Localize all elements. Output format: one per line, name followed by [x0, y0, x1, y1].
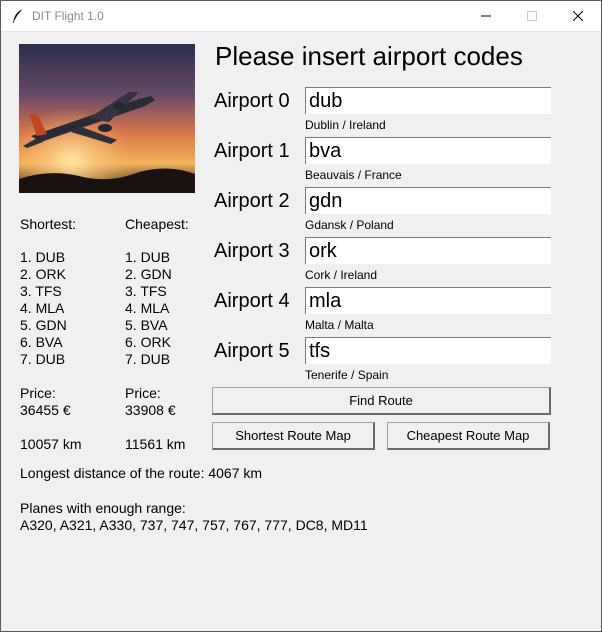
- list-item: 4. MLA: [20, 300, 65, 316]
- airport-2-location: Gdansk / Poland: [305, 218, 394, 232]
- longest-distance-text: Longest distance of the route: 4067 km: [20, 465, 263, 481]
- close-button[interactable]: [555, 1, 601, 31]
- cheapest-route-map-button[interactable]: Cheapest Route Map: [387, 422, 550, 450]
- airport-1-location: Beauvais / France: [305, 168, 402, 182]
- list-item: 5. GDN: [20, 317, 67, 333]
- planes-list: A320, A321, A330, 737, 747, 757, 767, 77…: [20, 517, 368, 533]
- planes-label: Planes with enough range:: [20, 500, 186, 516]
- find-route-button[interactable]: Find Route: [212, 387, 551, 415]
- shortest-route-list: 1. DUB 2. ORK 3. TFS 4. MLA 5. GDN 6. BV…: [20, 249, 67, 368]
- cheapest-title: Cheapest:: [125, 216, 189, 232]
- list-item: 6. ORK: [125, 334, 171, 350]
- app-window: DIT Flight 1.0 Shortest: Cheapest: 1. DU…: [0, 0, 602, 632]
- airport-1-input[interactable]: [305, 137, 551, 164]
- cheapest-price-label: Price:: [125, 385, 161, 401]
- cheapest-distance: 11561 km: [125, 436, 186, 452]
- list-item: 4. MLA: [125, 300, 170, 316]
- airport-2-label: Airport 2: [214, 190, 290, 212]
- airport-4-location: Malta / Malta: [305, 318, 374, 332]
- minimize-icon: [481, 15, 491, 17]
- list-item: 7. DUB: [20, 351, 66, 367]
- airport-5-input[interactable]: [305, 337, 551, 364]
- page-title: Please insert airport codes: [215, 41, 523, 71]
- airport-2-input[interactable]: [305, 187, 551, 214]
- shortest-price-label: Price:: [20, 385, 56, 401]
- airport-3-input[interactable]: [305, 237, 551, 264]
- maximize-button[interactable]: [509, 1, 555, 31]
- airport-4-input[interactable]: [305, 287, 551, 314]
- minimize-button[interactable]: [463, 1, 509, 31]
- airport-0-input[interactable]: [305, 87, 551, 114]
- list-item: 3. TFS: [20, 283, 62, 299]
- airplane-photo: [19, 44, 195, 193]
- list-item: 3. TFS: [125, 283, 167, 299]
- list-item: 7. DUB: [125, 351, 171, 367]
- list-item: 1. DUB: [20, 249, 66, 265]
- airport-4-label: Airport 4: [214, 290, 290, 312]
- airport-0-location: Dublin / Ireland: [305, 118, 386, 132]
- airport-0-label: Airport 0: [214, 90, 290, 112]
- list-item: 2. ORK: [20, 266, 66, 282]
- airport-5-location: Tenerife / Spain: [305, 368, 389, 382]
- window-title: DIT Flight 1.0: [32, 9, 104, 23]
- airport-5-label: Airport 5: [214, 340, 290, 362]
- list-item: 2. GDN: [125, 266, 172, 282]
- close-icon: [573, 11, 583, 21]
- list-item: 6. BVA: [20, 334, 63, 350]
- shortest-title: Shortest:: [20, 216, 77, 232]
- feather-icon: [11, 8, 25, 24]
- cheapest-route-list: 1. DUB 2. GDN 3. TFS 4. MLA 5. BVA 6. OR…: [125, 249, 172, 368]
- airport-1-label: Airport 1: [214, 140, 290, 162]
- title-bar[interactable]: DIT Flight 1.0: [1, 1, 601, 32]
- shortest-distance: 10057 km: [20, 436, 82, 452]
- shortest-route-map-button[interactable]: Shortest Route Map: [212, 422, 375, 450]
- maximize-icon: [527, 11, 537, 21]
- shortest-price: 36455 €: [20, 402, 71, 418]
- airport-3-label: Airport 3: [214, 240, 290, 262]
- list-item: 5. BVA: [125, 317, 168, 333]
- cheapest-price: 33908 €: [125, 402, 176, 418]
- airport-3-location: Cork / Ireland: [305, 268, 378, 282]
- list-item: 1. DUB: [125, 249, 171, 265]
